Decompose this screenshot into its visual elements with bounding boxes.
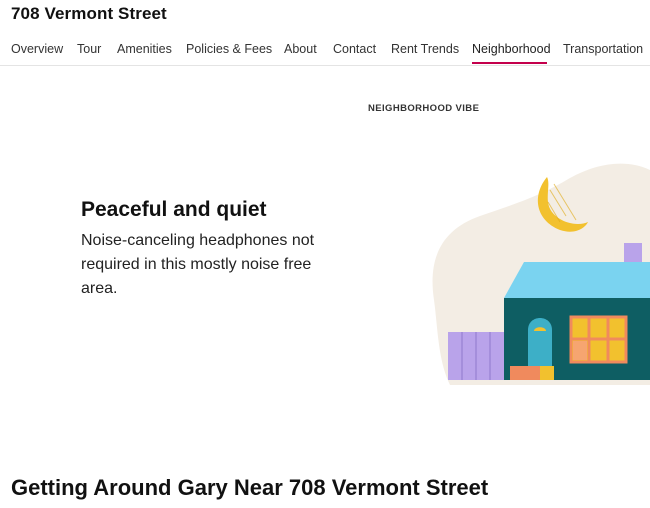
transportation-heading: Getting Around Gary Near 708 Vermont Str… [11, 475, 489, 500]
active-tab-indicator [472, 62, 547, 64]
tab-overview[interactable]: Overview [11, 42, 63, 56]
tab-about[interactable]: About [284, 42, 317, 56]
tab-policies-fees[interactable]: Policies & Fees [186, 42, 272, 56]
steps-side [540, 366, 554, 380]
section-nav: Overview Tour Amenities Policies & Fees … [0, 34, 650, 66]
tab-amenities[interactable]: Amenities [117, 42, 172, 56]
page-title: 708 Vermont Street [11, 4, 167, 23]
tab-rent-trends[interactable]: Rent Trends [391, 42, 459, 56]
house-at-night-illustration [420, 150, 650, 390]
tab-transportation[interactable]: Transportation [563, 42, 643, 56]
tab-tour[interactable]: Tour [77, 42, 101, 56]
vibe-heading: Peaceful and quiet [81, 198, 267, 221]
vibe-description: Noise-canceling headphones not required … [81, 232, 315, 297]
window [569, 315, 628, 364]
roof [504, 262, 650, 298]
chimney [624, 243, 642, 262]
steps [510, 366, 540, 380]
neighborhood-vibe-label: NEIGHBORHOOD VIBE [368, 103, 480, 114]
fence [448, 332, 504, 380]
tab-neighborhood[interactable]: Neighborhood [472, 42, 551, 56]
tab-contact[interactable]: Contact [333, 42, 376, 56]
